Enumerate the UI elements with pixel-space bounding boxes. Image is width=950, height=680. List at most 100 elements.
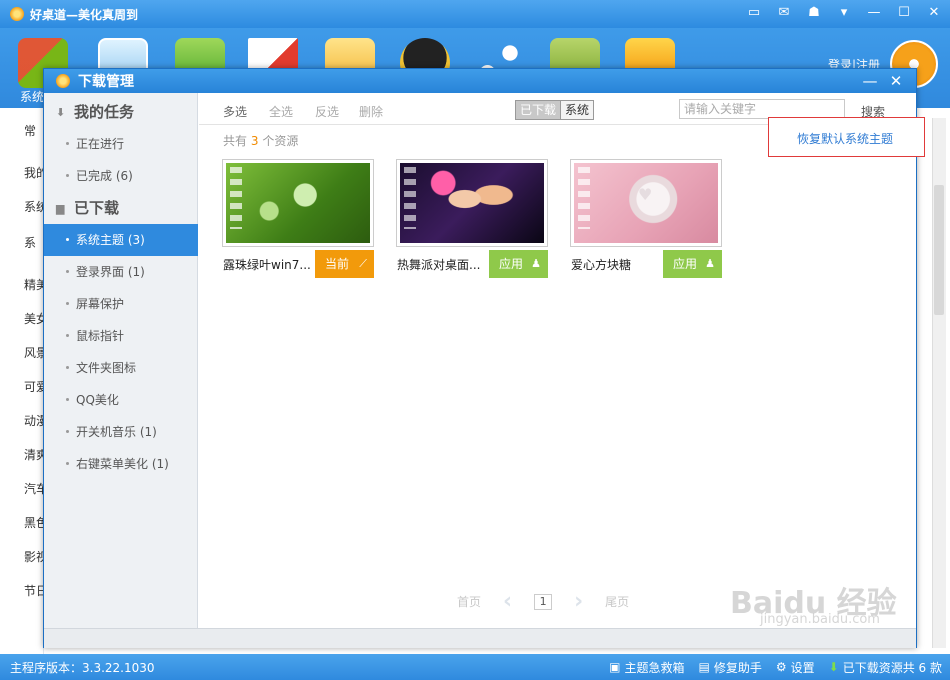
rescue-kit-icon: ▣ [609,660,621,674]
dialog-close-button[interactable]: ✕ [886,71,906,91]
resource-count-suffix: 个资源 [262,134,299,148]
dialog-sidebar: ⬇ 我的任务 正在进行 已完成 (6) ▆ 已下载 系统主题 (3) 登录界面 … [44,93,198,628]
maximize-button[interactable]: ☐ [894,4,914,22]
invert-selection-button[interactable]: 反选 [315,103,339,120]
app-logo-icon [10,7,24,21]
last-page-button[interactable]: 尾页 [605,593,629,610]
sidebar-item-context-menu[interactable]: 右键菜单美化 (1) [44,448,198,480]
desktop-icons-preview [230,167,242,229]
theme-card: 热舞派对桌面... 应用 ♟ [396,159,548,278]
app-titlebar: 好桌道—美化真周到 ▭ ✉ ☗ ▾ — ☐ ✕ [0,0,950,28]
current-theme-label: 当前 [325,257,350,271]
multi-select-button[interactable]: 多选 [223,103,247,120]
my-tasks-header[interactable]: ⬇ 我的任务 [56,101,134,122]
theme-card: ♥ 爱心方块糖 应用 ♟ [570,159,722,278]
theme-thumbnail[interactable] [396,159,548,247]
close-button[interactable]: ✕ [924,4,944,22]
settings-label: 设置 [790,660,815,675]
theme-card-footer: 露珠绿叶win7... 当前 ⟋ [222,250,374,278]
page-number[interactable]: 1 [534,593,553,610]
apply-theme-button[interactable]: 应用 ♟ [489,250,548,278]
dialog-titlebar: 下载管理 — ✕ [44,69,916,93]
tab-system[interactable]: 系统 [560,101,594,119]
desktop-icons-preview [404,167,416,229]
chart-icon: ⟋ [359,257,367,270]
source-toggle: 已下载 系统 [515,100,595,120]
tab-downloaded[interactable]: 已下载 [516,101,561,119]
delete-button[interactable]: 删除 [359,103,383,120]
theme-rescue-button[interactable]: ▣ 主题急救箱 [609,659,684,676]
download-manager-dialog: 下载管理 — ✕ ⬇ 我的任务 正在进行 已完成 (6) ▆ 已下载 系统主题 … [43,68,925,648]
desktop-icons-preview [578,167,590,229]
theme-thumbnail[interactable] [222,159,374,247]
apply-theme-label: 应用 [673,257,698,271]
sidebar-item-screensaver[interactable]: 屏幕保护 [44,288,198,320]
download-arrow-icon: ⬇ [828,660,839,674]
statusbar-actions: ▣ 主题急救箱 ▤ 修复助手 ⚙ 设置 ⬇ 已下载资源共 6 款 [609,659,942,676]
current-theme-button[interactable]: 当前 ⟋ [315,250,374,278]
theme-thumbnail[interactable]: ♥ [570,159,722,247]
dialog-main: 多选 全选 反选 删除 已下载 系统 搜索 共有 3 个资源 恢复默认系统主题 [199,93,925,628]
baidu-watermark-url: jingyan.baidu.com [760,612,880,627]
menu-dropdown-icon[interactable]: ▾ [834,4,854,22]
prev-page-icon[interactable]: ‹ [503,589,512,614]
sidebar-item-boot-music[interactable]: 开关机音乐 (1) [44,416,198,448]
dialog-minimize-button[interactable]: — [860,71,880,91]
resource-count: 共有 3 个资源 [223,132,298,149]
select-all-button[interactable]: 全选 [269,103,293,120]
statusbar: 主程序版本：3.3.22.1030 ▣ 主题急救箱 ▤ 修复助手 ⚙ 设置 ⬇ … [0,654,950,680]
downloaded-header[interactable]: ▆ 已下载 [56,197,119,218]
theme-name: 露珠绿叶win7... [223,258,311,272]
restore-default-theme-link[interactable]: 恢复默认系统主题 [797,130,893,147]
sidebar-item-mouse-pointer[interactable]: 鼠标指针 [44,320,198,352]
apply-icon: ♟ [531,257,541,270]
heart-icon: ♥ [638,185,653,204]
window-controls: ▭ ✉ ☗ ▾ — ☐ ✕ [744,4,944,22]
sidebar-item-system-theme[interactable]: 系统主题 (3) [44,224,198,256]
app-title: 好桌道—美化真周到 [30,7,139,22]
search-input[interactable] [679,99,845,119]
first-page-button[interactable]: 首页 [457,593,481,610]
theme-card: 露珠绿叶win7... 当前 ⟋ [222,159,374,278]
next-page-icon[interactable]: › [574,589,583,614]
dialog-logo-icon [56,74,70,88]
settings-button[interactable]: ⚙ 设置 [776,659,815,676]
message-icon[interactable]: ✉ [774,4,794,22]
sidebar-item-in-progress[interactable]: 正在进行 [44,128,198,160]
sidebar-item-completed[interactable]: 已完成 (6) [44,160,198,192]
downloaded-resources-button[interactable]: ⬇ 已下载资源共 6 款 [829,659,942,676]
downloaded-label: 已下载 [74,199,120,217]
repair-icon: ▤ [698,660,710,674]
heart-candy-preview: ♥ [574,163,718,243]
theme-card-footer: 热舞派对桌面... 应用 ♟ [396,250,548,278]
dialog-footer [44,628,916,648]
download-arrow-icon: ⬇ [56,105,66,119]
version-text: 主程序版本：3.3.22.1030 [10,660,155,675]
bg-sidebar-item[interactable]: 常 [24,122,36,139]
theme-rescue-label: 主题急救箱 [624,660,685,675]
dewdrop-leaf-preview [226,163,370,243]
sidebar-item-login-screen[interactable]: 登录界面 (1) [44,256,198,288]
repair-assistant-button[interactable]: ▤ 修复助手 [699,659,762,676]
theme-card-footer: 爱心方块糖 应用 ♟ [570,250,722,278]
apply-theme-label: 应用 [499,257,524,271]
toolbar-label-system: 系统 [20,90,45,104]
theme-name: 热舞派对桌面... [397,258,481,272]
folder-icon: ▆ [56,201,65,215]
sidebar-item-qq-beautify[interactable]: QQ美化 [44,384,198,416]
my-tasks-label: 我的任务 [74,103,135,121]
apply-icon: ♟ [705,257,715,270]
resource-count-value: 3 [250,134,259,148]
dialog-title: 下载管理 [78,74,134,90]
gear-icon: ⚙ [775,660,787,674]
sidebar-item-folder-icon[interactable]: 文件夹图标 [44,352,198,384]
downloaded-resources-label: 已下载资源共 6 款 [842,660,942,675]
minimize-button[interactable]: — [864,4,884,22]
scrollbar-thumb[interactable] [934,185,944,315]
bg-sidebar-item[interactable]: 系 [24,234,36,251]
skin-icon[interactable]: ☗ [804,4,824,22]
screen-icon[interactable]: ▭ [744,4,764,22]
apply-theme-button[interactable]: 应用 ♟ [663,250,722,278]
pagination: 首页 ‹ 1 › 尾页 [457,589,629,614]
theme-name: 爱心方块糖 [571,258,632,272]
